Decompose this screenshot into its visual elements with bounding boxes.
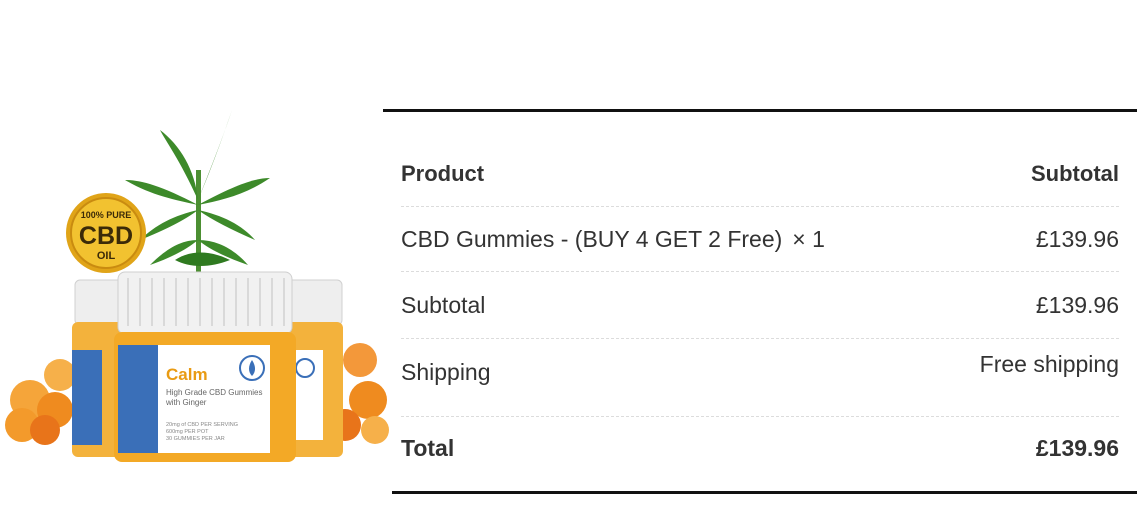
cannabis-leaf-icon xyxy=(125,110,270,280)
cart-subtotal-value: £139.96 xyxy=(1035,291,1119,318)
table-bottom-rule xyxy=(392,491,1137,494)
product-illustration: Calm High Grade CBD Gummies with Ginger … xyxy=(5,110,389,462)
order-total-value: £139.96 xyxy=(1035,435,1119,461)
cart-subtotal-label: Subtotal xyxy=(401,291,486,318)
order-review-table: Product Subtotal CBD Gummies - (BUY 4 GE… xyxy=(383,109,1137,480)
shipping-row: Shipping Free shipping xyxy=(401,339,1119,417)
column-header-product: Product xyxy=(401,161,485,186)
cart-item-row: CBD Gummies - (BUY 4 GET 2 Free) × 1 £139… xyxy=(401,207,1119,272)
order-total-row: Total £139.96 xyxy=(401,417,1119,480)
column-header-subtotal: Subtotal xyxy=(1031,161,1119,186)
badge-line-3: OIL xyxy=(97,250,116,262)
jar-label-detail-3: 30 GUMMIES PER JAR xyxy=(166,436,225,442)
jar-front: Calm High Grade CBD Gummies with Ginger … xyxy=(114,271,296,462)
cart-item-subtotal: £139.96 xyxy=(1035,225,1119,252)
cart-item-quantity: × 1 xyxy=(792,225,825,252)
checkout-order-review-page: Calm High Grade CBD Gummies with Ginger … xyxy=(0,0,1137,505)
badge-line-1: 100% PURE xyxy=(81,210,132,220)
gold-seal-icon: 100% PURE CBD OIL xyxy=(66,193,146,273)
badge-line-2: CBD xyxy=(79,222,133,250)
cart-item-name-cell: CBD Gummies - (BUY 4 GET 2 Free) × 1 xyxy=(401,226,825,253)
cart-item-name: CBD Gummies - (BUY 4 GET 2 Free) xyxy=(401,225,783,252)
jar-label-detail-1: 20mg of CBD PER SERVING xyxy=(166,422,238,428)
shipping-method: Free shipping xyxy=(979,351,1119,377)
jar-label-subtitle-2: with Ginger xyxy=(165,398,207,407)
jar-label-detail-2: 600mg PER POT xyxy=(166,429,209,435)
product-image: Calm High Grade CBD Gummies with Ginger … xyxy=(0,100,392,470)
shipping-label: Shipping xyxy=(401,359,491,385)
jar-label-name: Calm xyxy=(166,365,208,384)
jar-label-subtitle-1: High Grade CBD Gummies xyxy=(166,388,262,397)
gummies-left xyxy=(5,359,76,445)
table-header-row: Product Subtotal xyxy=(401,112,1119,207)
cart-subtotal-row: Subtotal £139.96 xyxy=(401,272,1119,339)
order-total-label: Total xyxy=(401,435,455,461)
